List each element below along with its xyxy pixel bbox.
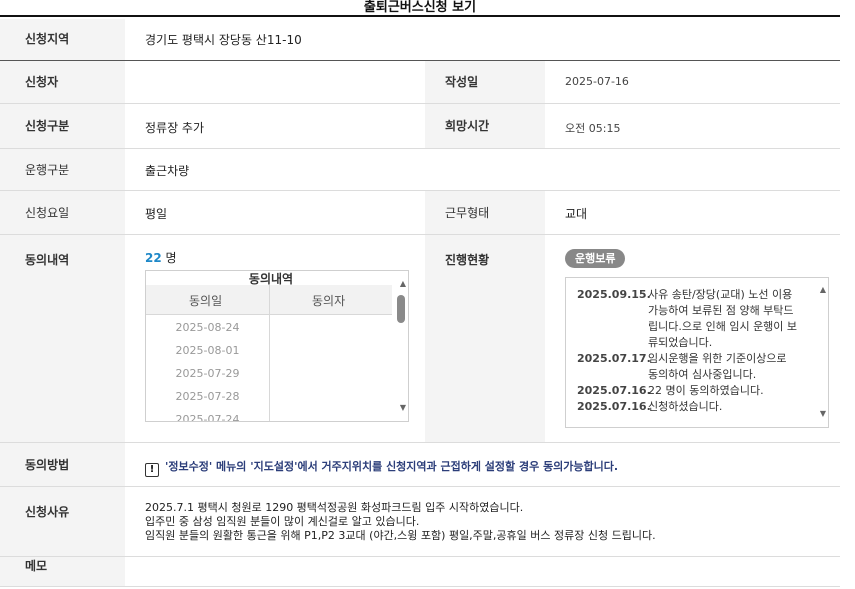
label-operation: 운행구분 bbox=[0, 149, 125, 190]
row-type: 신청구분 정류장 추가 희망시간 오전 05:15 bbox=[0, 104, 840, 149]
agreement-date: 2025-07-24 bbox=[175, 413, 240, 422]
label-method: 동의방법 bbox=[0, 443, 125, 486]
label-agreement: 동의내역 bbox=[0, 235, 125, 442]
label-work-type: 근무형태 bbox=[425, 191, 545, 234]
progress-log-box[interactable]: 2025.09.15. 사유 송탄/장당(교대) 노선 이용 가능하여 보류된 … bbox=[565, 277, 829, 428]
agreement-date: 2025-08-24 bbox=[175, 321, 240, 334]
label-memo: 메모 bbox=[0, 557, 125, 586]
label-written-date: 작성일 bbox=[425, 61, 545, 103]
row-operation: 운행구분 출근차량 bbox=[0, 149, 840, 191]
label-region: 신청지역 bbox=[0, 19, 125, 60]
column-header-person: 동의자 bbox=[312, 294, 346, 308]
status-badge: 운행보류 bbox=[565, 249, 626, 268]
value-work-type: 교대 bbox=[565, 207, 588, 221]
value-desired-time: 오전 05:15 bbox=[565, 122, 621, 135]
progress-date: 2025.07.16. bbox=[577, 400, 651, 413]
label-desired-time: 희망시간 bbox=[425, 104, 545, 148]
exclamation-icon: ! bbox=[145, 463, 159, 477]
scroll-up-arrow-icon[interactable]: ▲ bbox=[400, 279, 406, 288]
row-reason: 신청사유 2025.7.1 평택시 청원로 1290 평택석정공원 화성파크드림… bbox=[0, 487, 840, 557]
scroll-up-arrow-icon[interactable]: ▲ bbox=[820, 285, 826, 294]
label-reason: 신청사유 bbox=[0, 487, 125, 556]
progress-text: 신청하셨습니다. bbox=[648, 400, 723, 413]
row-agreement: 동의내역 22 명 동의내역 동의일 동의자 2025-08-24 2025-0… bbox=[0, 235, 840, 443]
value-region: 경기도 평택시 장당동 산11-10 bbox=[145, 33, 302, 47]
scroll-down-arrow-icon[interactable]: ▼ bbox=[820, 409, 826, 418]
progress-text: 22 명이 동의하였습니다. bbox=[648, 384, 764, 397]
row-applicant: 신청자 작성일 2025-07-16 bbox=[0, 61, 840, 104]
row-region: 신청지역 경기도 평택시 장당동 산11-10 bbox=[0, 19, 840, 61]
page-title: 출퇴근버스신청 보기 bbox=[0, 0, 840, 17]
agreement-date: 2025-08-01 bbox=[175, 344, 240, 357]
value-written-date: 2025-07-16 bbox=[565, 75, 629, 88]
reason-line: 입주민 중 삼성 임직원 분들이 많이 계신걸로 알고 있습니다. bbox=[145, 515, 420, 528]
value-day: 평일 bbox=[145, 207, 168, 221]
scrollbar-thumb[interactable] bbox=[397, 295, 405, 323]
column-divider bbox=[269, 285, 270, 421]
reason-line: 임직원 분들의 원활한 통근을 위해 P1,P2 3교대 (야간,스윙 포함) … bbox=[145, 529, 656, 542]
progress-text: 사유 송탄/장당(교대) 노선 이용 가능하여 보류된 점 양해 부탁드립니다.… bbox=[648, 288, 798, 349]
column-header-date: 동의일 bbox=[189, 294, 223, 308]
progress-date: 2025.07.16. bbox=[577, 384, 651, 397]
agreement-date: 2025-07-28 bbox=[175, 390, 240, 403]
agreement-count-unit: 명 bbox=[165, 251, 177, 265]
notice-text: '정보수정' 메뉴의 '지도설정'에서 거주지위치를 신청지역과 근접하게 설정… bbox=[165, 460, 619, 473]
label-type: 신청구분 bbox=[0, 104, 125, 148]
label-day: 신청요일 bbox=[0, 191, 125, 234]
row-memo: 메모 bbox=[0, 557, 840, 587]
agreement-method-notice: ! '정보수정' 메뉴의 '지도설정'에서 거주지위치를 신청지역과 근접하게 설… bbox=[145, 458, 618, 477]
progress-date: 2025.09.15. bbox=[577, 288, 651, 301]
row-method: 동의방법 ! '정보수정' 메뉴의 '지도설정'에서 거주지위치를 신청지역과 근… bbox=[0, 443, 840, 487]
label-progress: 진행현황 bbox=[425, 235, 545, 442]
agreement-count-number: 22 bbox=[145, 251, 162, 265]
reason-text: 2025.7.1 평택시 청원로 1290 평택석정공원 화성파크드림 입주 시… bbox=[145, 501, 656, 543]
row-day: 신청요일 평일 근무형태 교대 bbox=[0, 191, 840, 235]
agreement-date: 2025-07-29 bbox=[175, 367, 240, 380]
progress-date: 2025.07.17. bbox=[577, 352, 651, 365]
label-applicant: 신청자 bbox=[0, 61, 125, 103]
value-operation: 출근차량 bbox=[145, 164, 190, 178]
reason-line: 2025.7.1 평택시 청원로 1290 평택석정공원 화성파크드림 입주 시… bbox=[145, 501, 524, 514]
agreement-count: 22 명 bbox=[145, 249, 177, 266]
agreement-list-box[interactable]: 동의내역 동의일 동의자 2025-08-24 2025-08-01 2025-… bbox=[145, 270, 409, 422]
scroll-down-arrow-icon[interactable]: ▼ bbox=[400, 403, 406, 412]
progress-text: 임시운행을 위한 기준이상으로 동의하여 심사중입니다. bbox=[648, 352, 787, 381]
value-type: 정류장 추가 bbox=[145, 121, 205, 135]
